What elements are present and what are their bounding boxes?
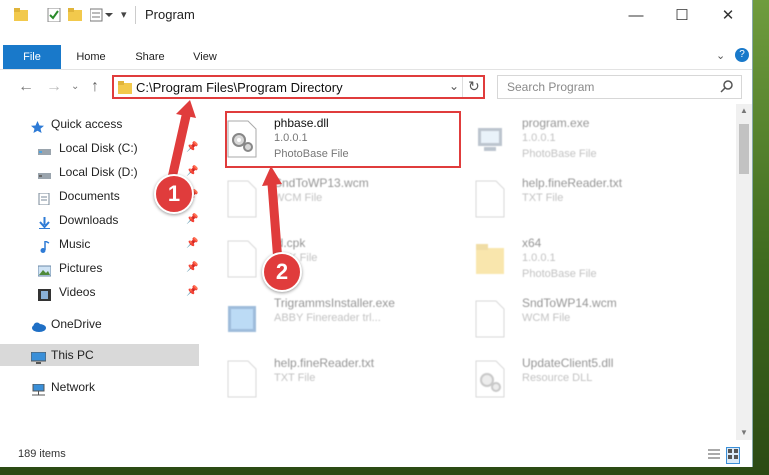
arrow-2: [267, 179, 283, 267]
step-badge-2: 2: [262, 252, 302, 292]
arrow-2-head: [262, 166, 282, 186]
step-badge-1: 1: [154, 174, 194, 214]
arrow-1-head: [176, 100, 196, 118]
arrow-1: [167, 111, 191, 183]
annotation-arrows: [167, 100, 283, 267]
